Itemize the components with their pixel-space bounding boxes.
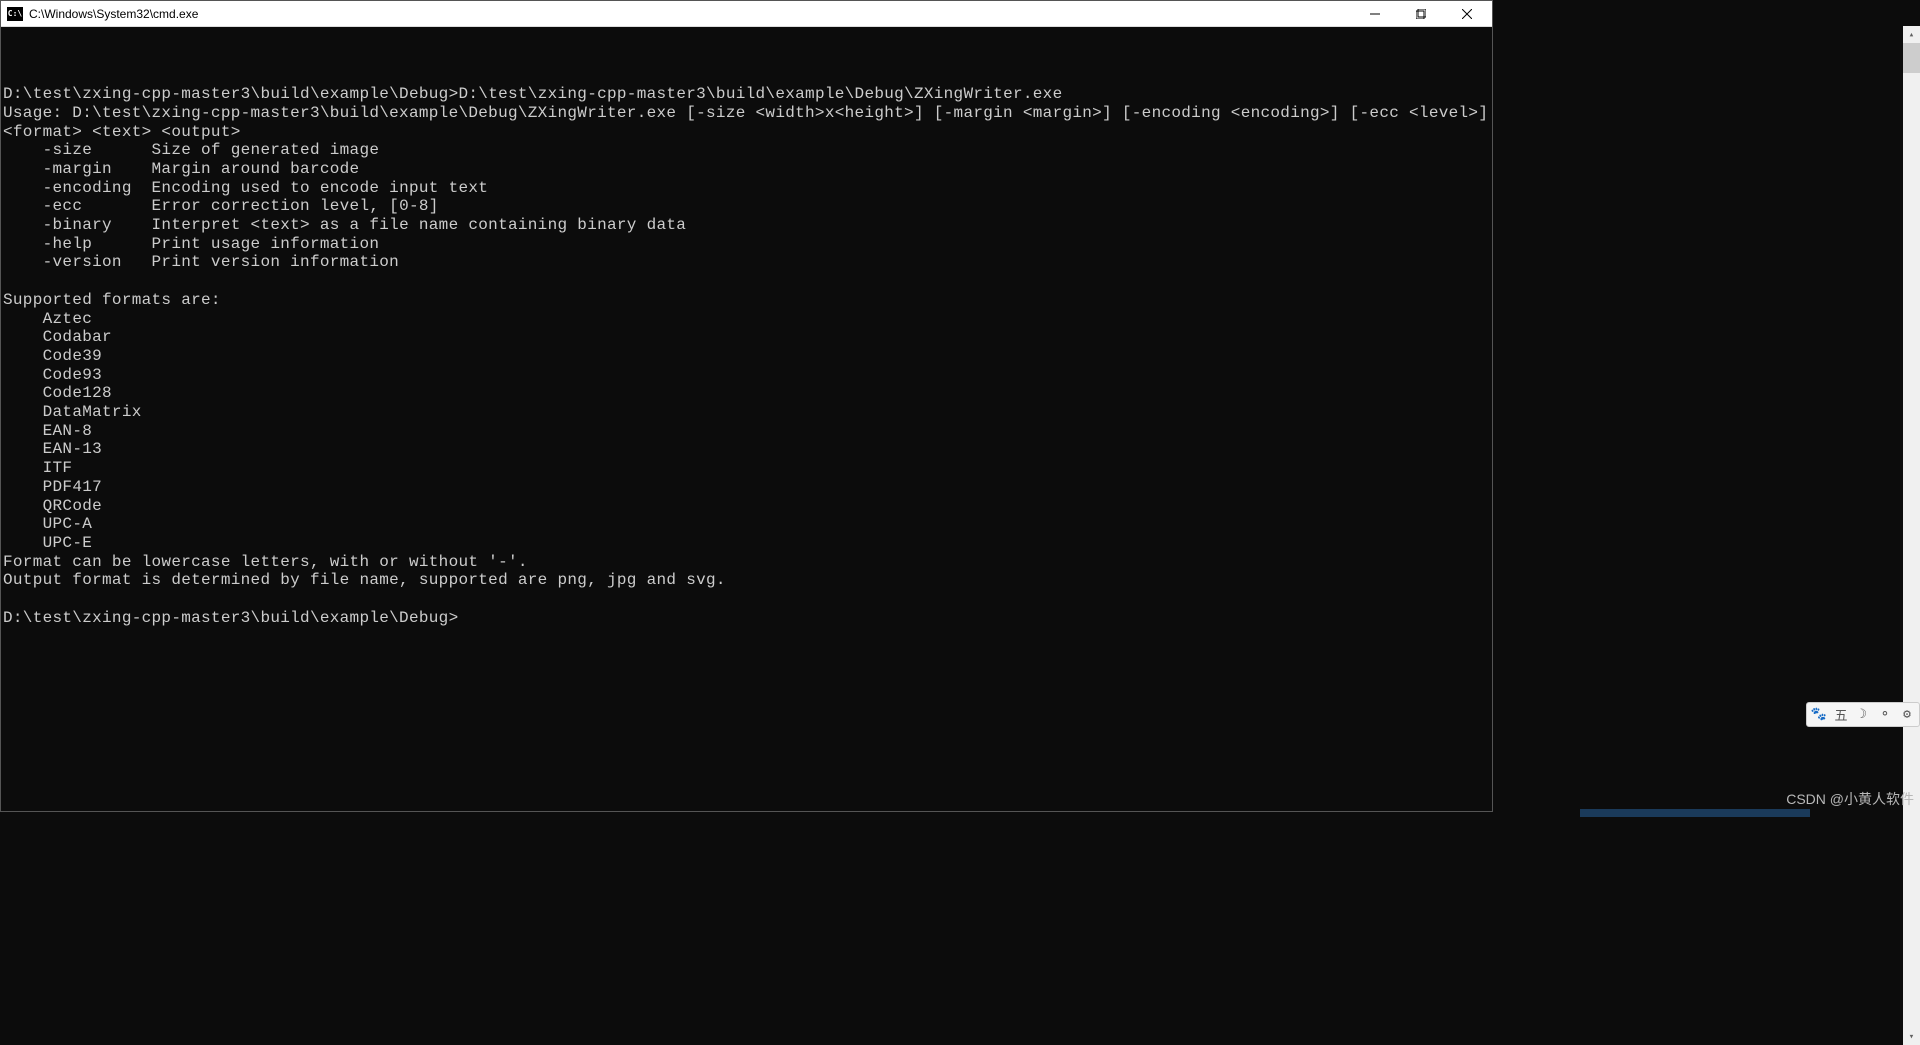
format-item: EAN-13: [3, 440, 102, 458]
option-ecc: -ecc Error correction level, [0-8]: [3, 197, 439, 215]
format-note: Output format is determined by file name…: [3, 571, 726, 589]
format-item: PDF417: [3, 478, 102, 496]
option-binary: -binary Interpret <text> as a file name …: [3, 216, 686, 234]
scroll-up-button[interactable]: ▴: [1903, 26, 1920, 43]
tray-moon-icon[interactable]: ☽: [1855, 707, 1871, 723]
tray-paw-icon[interactable]: 🐾: [1811, 707, 1827, 723]
console-content: D:\test\zxing-cpp-master3\build\example\…: [3, 66, 1490, 627]
format-item: UPC-E: [3, 534, 92, 552]
option-encoding: -encoding Encoding used to encode input …: [3, 179, 488, 197]
maximize-button[interactable]: [1398, 1, 1444, 27]
prompt: D:\test\zxing-cpp-master3\build\example\…: [3, 85, 458, 103]
cmd-window: C:\ C:\Windows\System32\cmd.exe D:\test\…: [0, 0, 1493, 812]
format-item: Code93: [3, 366, 102, 384]
prompt: D:\test\zxing-cpp-master3\build\example\…: [3, 609, 458, 627]
format-note: Format can be lowercase letters, with or…: [3, 553, 528, 571]
format-item: QRCode: [3, 497, 102, 515]
format-item: Aztec: [3, 310, 92, 328]
format-item: UPC-A: [3, 515, 92, 533]
cmd-icon: C:\: [7, 7, 23, 21]
scroll-track[interactable]: [1903, 43, 1920, 1028]
taskbar-preview: [1580, 809, 1810, 817]
option-help: -help Print usage information: [3, 235, 379, 253]
tray-ime-icon[interactable]: 五: [1833, 707, 1849, 723]
format-item: Code39: [3, 347, 102, 365]
minimize-button[interactable]: [1352, 1, 1398, 27]
format-item: Codabar: [3, 328, 112, 346]
window-controls: [1352, 1, 1490, 27]
format-item: EAN-8: [3, 422, 92, 440]
format-item: ITF: [3, 459, 72, 477]
command: D:\test\zxing-cpp-master3\build\example\…: [458, 85, 1062, 103]
window-title: C:\Windows\System32\cmd.exe: [29, 7, 1352, 21]
vertical-scrollbar[interactable]: ▴ ▾: [1903, 26, 1920, 1045]
title-bar[interactable]: C:\ C:\Windows\System32\cmd.exe: [1, 1, 1492, 27]
format-item: DataMatrix: [3, 403, 142, 421]
scroll-down-button[interactable]: ▾: [1903, 1028, 1920, 1045]
scroll-thumb[interactable]: [1903, 43, 1920, 73]
close-button[interactable]: [1444, 1, 1490, 27]
usage-text: Usage: D:\test\zxing-cpp-master3\build\e…: [3, 104, 1492, 141]
option-margin: -margin Margin around barcode: [3, 160, 359, 178]
watermark-text: CSDN @小黄人软件: [1786, 789, 1914, 809]
ime-tray: 🐾 五 ☽ ⚬ ⚙: [1806, 702, 1920, 727]
option-size: -size Size of generated image: [3, 141, 379, 159]
console-area[interactable]: D:\test\zxing-cpp-master3\build\example\…: [1, 27, 1492, 811]
tray-gear-icon[interactable]: ⚙: [1899, 707, 1915, 723]
formats-header: Supported formats are:: [3, 291, 221, 309]
format-item: Code128: [3, 384, 112, 402]
tray-dot-icon[interactable]: ⚬: [1877, 707, 1893, 723]
option-version: -version Print version information: [3, 253, 399, 271]
